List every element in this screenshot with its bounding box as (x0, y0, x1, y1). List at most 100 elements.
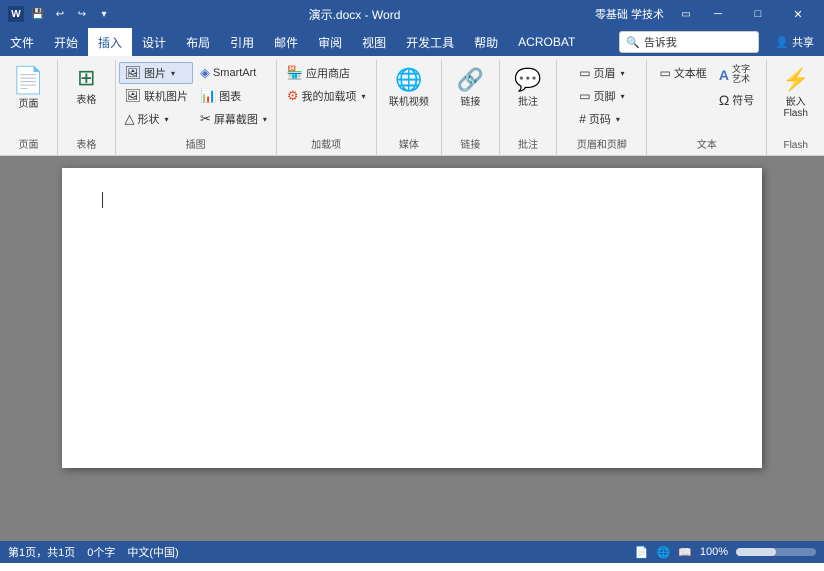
store-button[interactable]: 🏪 应用商店 (282, 62, 371, 84)
group-illustrations: 🖼 图片 ▾ 🖼 联机图片 △ 形状 ▾ (116, 60, 277, 155)
menu-insert[interactable]: 插入 (88, 28, 132, 56)
footer-dropdown-arrow: ▾ (621, 92, 625, 101)
word-count[interactable]: 0个字 (87, 544, 115, 560)
menu-bar: 文件 开始 插入 设计 布局 引用 邮件 审阅 视图 开发工具 帮助 ACROB… (0, 28, 824, 56)
undo-button[interactable]: ↩ (50, 4, 70, 24)
smartart-label: SmartArt (213, 67, 256, 79)
menu-help[interactable]: 帮助 (464, 28, 508, 56)
status-bar-right: 📄 🌐 📖 100% (635, 546, 816, 559)
symbol-button[interactable]: Ω 符号 (714, 89, 759, 111)
group-table-items: ⊞ 表格 (63, 62, 109, 134)
footer-button[interactable]: ▭ 页脚 ▾ (574, 85, 629, 107)
word-app-icon: W (8, 6, 24, 22)
group-media: 🌐 联机视频 媒体 (377, 60, 442, 155)
menu-developer[interactable]: 开发工具 (396, 28, 464, 56)
screenshot-button[interactable]: ✂ 屏幕截图 ▾ (195, 108, 272, 130)
group-text: ▭ 文本框 A 文字艺术 Ω 符号 文本 (647, 60, 767, 155)
view-web-icon[interactable]: 🌐 (656, 546, 670, 559)
online-video-icon: 🌐 (395, 67, 422, 93)
page-number-button[interactable]: # 页码 ▾ (574, 108, 629, 130)
page-label: 页面 (19, 95, 39, 110)
document-title: 演示.docx - Word (114, 6, 595, 23)
close-button[interactable]: ✕ (780, 0, 816, 28)
share-button[interactable]: 👤 共享 (765, 28, 824, 56)
store-label: 应用商店 (306, 65, 350, 81)
zoom-slider[interactable] (736, 548, 816, 556)
page-info[interactable]: 第1页，共1页 (8, 544, 75, 560)
online-picture-button[interactable]: 🖼 联机图片 (119, 85, 193, 107)
tell-me-bar[interactable]: 🔍 告诉我 (619, 31, 759, 53)
online-video-button[interactable]: 🌐 联机视频 (382, 62, 436, 113)
group-flash-label: Flash (783, 138, 807, 153)
text-cursor (102, 192, 103, 208)
group-page-label: 页面 (19, 134, 39, 153)
document-page[interactable] (62, 168, 762, 468)
group-table: ⊞ 表格 表格 (58, 60, 116, 155)
page-number-icon: # (579, 112, 586, 126)
ribbon-display-button[interactable]: ▭ (676, 4, 696, 24)
shapes-dropdown-arrow: ▾ (164, 115, 168, 124)
group-addins-label: 加载项 (311, 134, 341, 153)
group-links-label: 链接 (460, 134, 480, 153)
group-text-items: ▭ 文本框 A 文字艺术 Ω 符号 (654, 62, 759, 134)
picture-button[interactable]: 🖼 图片 ▾ (119, 62, 193, 84)
shapes-button[interactable]: △ 形状 ▾ (119, 108, 193, 130)
redo-button[interactable]: ↪ (72, 4, 92, 24)
screenshot-label: 屏幕截图 (214, 111, 258, 127)
group-header-footer-items: ▭ 页眉 ▾ ▭ 页脚 ▾ # 页码 ▾ (574, 62, 629, 134)
status-bar: 第1页，共1页 0个字 中文(中国) 📄 🌐 📖 100% (0, 541, 824, 563)
menu-review[interactable]: 审阅 (308, 28, 352, 56)
page-icon: 📄 (12, 67, 44, 93)
online-picture-label: 联机图片 (144, 88, 188, 104)
view-read-icon[interactable]: 📖 (678, 546, 692, 559)
view-print-icon[interactable]: 📄 (635, 546, 649, 559)
menu-acrobat[interactable]: ACROBAT (508, 28, 585, 56)
zoom-slider-fill (736, 548, 776, 556)
screenshot-icon: ✂ (200, 111, 211, 127)
textbox-icon: ▭ (659, 66, 670, 80)
store-icon: 🏪 (287, 65, 303, 81)
language[interactable]: 中文(中国) (127, 544, 178, 560)
header-footer-col: ▭ 页眉 ▾ ▭ 页脚 ▾ # 页码 ▾ (574, 62, 629, 130)
comment-button[interactable]: 💬 批注 (505, 62, 551, 113)
link-label: 链接 (460, 93, 480, 108)
menu-view[interactable]: 视图 (352, 28, 396, 56)
shapes-icon: △ (124, 111, 134, 127)
footer-label: 页脚 (594, 88, 616, 104)
menu-mailings[interactable]: 邮件 (264, 28, 308, 56)
page-button[interactable]: 📄 页面 (5, 62, 51, 115)
textbox-button[interactable]: ▭ 文本框 (654, 62, 711, 84)
embed-flash-button[interactable]: ⚡ 嵌入Flash (773, 62, 819, 124)
minimize-button[interactable]: ─ (700, 0, 736, 28)
screenshot-dropdown-arrow: ▾ (263, 115, 267, 124)
zoom-level[interactable]: 100% (700, 546, 728, 558)
wordart-button[interactable]: A 文字艺术 (714, 62, 759, 88)
menu-references[interactable]: 引用 (220, 28, 264, 56)
header-button[interactable]: ▭ 页眉 ▾ (574, 62, 629, 84)
online-picture-icon: 🖼 (124, 88, 141, 104)
group-page-items: 📄 页面 (5, 62, 51, 134)
smartart-button[interactable]: ◈ SmartArt (195, 62, 272, 84)
search-icon: 🔍 (626, 36, 640, 49)
title-bar: W 💾 ↩ ↪ ▾ 演示.docx - Word 零基础 学技术 ▭ ─ □ ✕ (0, 0, 824, 28)
save-button[interactable]: 💾 (28, 4, 48, 24)
group-header-footer-label: 页眉和页脚 (577, 134, 627, 153)
restore-button[interactable]: □ (740, 0, 776, 28)
group-illustrations-label: 插图 (186, 134, 206, 153)
table-button[interactable]: ⊞ 表格 (63, 62, 109, 111)
my-addins-button[interactable]: ⚙ 我的加载项 ▾ (282, 85, 371, 107)
ribbon-content: 📄 页面 页面 ⊞ 表格 表格 🖼 (0, 56, 824, 155)
group-links: 🔗 链接 链接 (442, 60, 500, 155)
menu-design[interactable]: 设计 (132, 28, 176, 56)
customize-qat-button[interactable]: ▾ (94, 4, 114, 24)
help-info-text: 零基础 学技术 (595, 6, 664, 22)
menu-file[interactable]: 文件 (0, 28, 44, 56)
table-icon: ⊞ (77, 67, 95, 89)
menu-home[interactable]: 开始 (44, 28, 88, 56)
menu-layout[interactable]: 布局 (176, 28, 220, 56)
chart-button[interactable]: 📊 图表 (195, 85, 272, 107)
link-button[interactable]: 🔗 链接 (447, 62, 493, 113)
group-links-items: 🔗 链接 (447, 62, 493, 134)
group-comments-items: 💬 批注 (505, 62, 551, 134)
illustrations-col1: 🖼 图片 ▾ 🖼 联机图片 △ 形状 ▾ (119, 62, 193, 130)
